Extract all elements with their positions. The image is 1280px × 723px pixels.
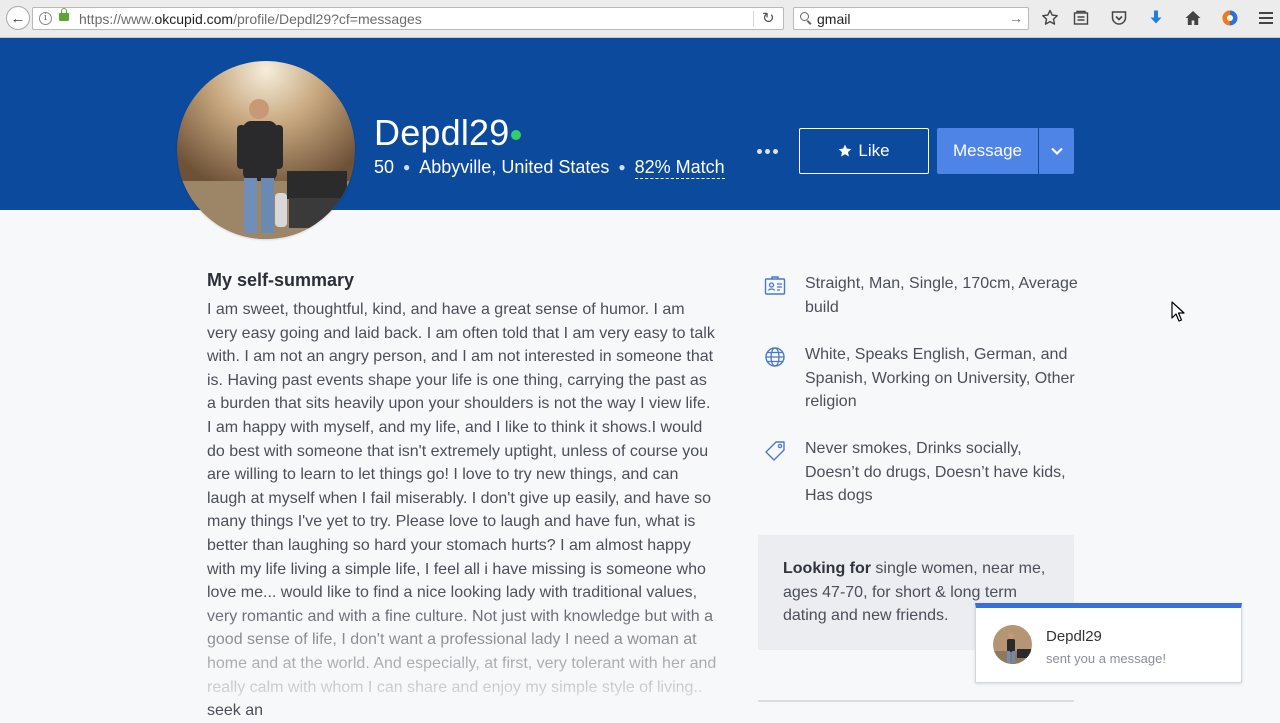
background-text: White, Speaks English, German, and Spani… (805, 346, 1075, 411)
profile-location: Abbyville, United States (419, 157, 610, 177)
sync-icon[interactable] (1220, 8, 1240, 28)
profile-meta: 50 ● Abbyville, United States ● 82% Match (374, 157, 725, 179)
browser-toolbar: ← i https://www.okcupid.com/profile/Depd… (0, 0, 1280, 38)
menu-icon[interactable] (1256, 8, 1276, 28)
more-options-button[interactable] (757, 146, 781, 156)
download-icon[interactable] (1146, 8, 1166, 28)
separator-dot: ● (618, 160, 626, 174)
message-dropdown-button[interactable] (1039, 128, 1074, 174)
tag-icon (765, 441, 785, 461)
home-icon[interactable] (1183, 8, 1203, 28)
id-card-icon (764, 276, 786, 295)
reading-list-icon[interactable] (1071, 8, 1091, 28)
url-divider (753, 11, 754, 27)
star-icon (839, 144, 852, 157)
search-bar[interactable]: gmail → (793, 7, 1029, 30)
search-input[interactable]: gmail (817, 11, 850, 27)
notification-sender: Depdl29 (1046, 628, 1102, 645)
profile-avatar[interactable] (177, 61, 355, 239)
profile-username: Depdl29 (374, 112, 510, 153)
pocket-icon[interactable] (1109, 8, 1129, 28)
search-go-icon[interactable]: → (1009, 10, 1023, 26)
notification-message: sent you a message! (1046, 651, 1166, 666)
message-notification[interactable]: Depdl29 sent you a message! (975, 603, 1242, 683)
self-summary-title: My self-summary (207, 270, 355, 290)
profile-age: 50 (374, 157, 395, 177)
online-status-icon (511, 130, 521, 140)
globe-icon (765, 347, 785, 367)
message-button[interactable]: Message (937, 128, 1038, 174)
chevron-down-icon (1050, 147, 1063, 156)
match-percentage[interactable]: 82% Match (634, 157, 725, 179)
separator-dot: ● (403, 160, 411, 174)
self-summary-text: I am sweet, thoughtful, kind, and have a… (207, 301, 717, 720)
lock-icon (59, 8, 69, 21)
info-icon[interactable]: i (39, 12, 52, 25)
like-button[interactable]: Like (799, 128, 929, 174)
address-bar[interactable]: i https://www.okcupid.com/profile/Depdl2… (32, 7, 784, 30)
search-icon (800, 12, 809, 21)
like-button-label: Like (858, 141, 890, 160)
mouse-cursor-icon (1171, 301, 1185, 322)
reload-icon[interactable]: ↻ (762, 9, 775, 27)
back-icon[interactable]: ← (6, 6, 30, 30)
looking-for-label: Looking for (783, 560, 871, 577)
notification-avatar (993, 625, 1032, 664)
url-text[interactable]: https://www.okcupid.com/profile/Depdl29?… (79, 11, 422, 27)
lifestyle-text: Never smokes, Drinks socially, Doesn’t d… (805, 440, 1066, 505)
basics-text: Straight, Man, Single, 170cm, Average bu… (805, 275, 1078, 316)
bookmark-star-icon[interactable] (1040, 8, 1060, 28)
